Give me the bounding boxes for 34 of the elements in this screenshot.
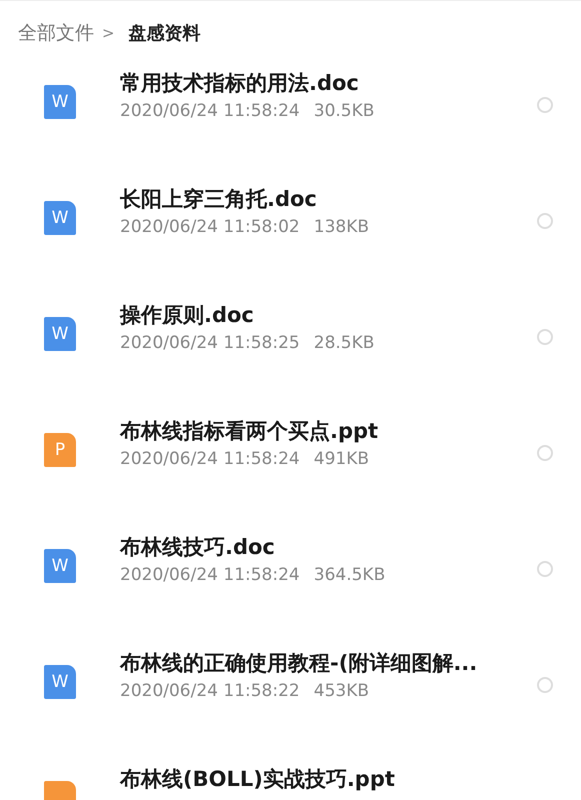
select-radio[interactable] — [537, 97, 553, 113]
file-name[interactable]: 长阳上穿三角托.doc — [120, 185, 510, 213]
file-size: 491KB — [314, 449, 370, 469]
select-radio[interactable] — [537, 677, 553, 693]
document-file-icon: W — [44, 201, 76, 235]
file-size: 138KB — [314, 217, 370, 237]
file-size: 30.5KB — [314, 101, 374, 121]
document-file-icon: W — [44, 317, 76, 351]
file-size: 28.5KB — [314, 333, 374, 353]
file-date: 2020/06/24 11:58:24 — [120, 565, 300, 585]
file-size: 364.5KB — [314, 565, 386, 585]
select-radio[interactable] — [537, 329, 553, 345]
file-size: 453KB — [314, 681, 370, 701]
select-radio[interactable] — [537, 213, 553, 229]
document-file-icon: W — [44, 549, 76, 583]
file-date: 2020/06/24 11:58:02 — [120, 217, 300, 237]
file-name[interactable]: 布林线(BOLL)实战技巧.ppt — [120, 765, 510, 793]
file-date: 2020/06/24 11:58:24 — [120, 449, 300, 469]
file-date: 2020/06/24 11:58:24 — [120, 101, 300, 121]
document-file-icon: W — [44, 85, 76, 119]
select-radio[interactable] — [537, 561, 553, 577]
file-name[interactable]: 操作原则.doc — [120, 301, 510, 329]
file-name[interactable]: 常用技术指标的用法.doc — [120, 69, 510, 97]
file-date: 2020/06/24 11:58:25 — [120, 333, 300, 353]
file-date: 2020/06/24 11:58:22 — [120, 681, 300, 701]
slides-file-icon: P — [44, 433, 76, 467]
file-name[interactable]: 布林线指标看两个买点.ppt — [120, 417, 510, 445]
breadcrumb-separator: > — [102, 24, 115, 42]
select-radio[interactable] — [537, 445, 553, 461]
breadcrumb-link[interactable]: 全部文件 — [18, 20, 94, 46]
document-file-icon: W — [44, 665, 76, 699]
breadcrumb-current: 盘感资料 — [128, 22, 201, 44]
file-name[interactable]: 布林线技巧.doc — [120, 533, 510, 561]
file-name[interactable]: 布林线的正确使用教程-(附详细图解... — [120, 649, 510, 677]
